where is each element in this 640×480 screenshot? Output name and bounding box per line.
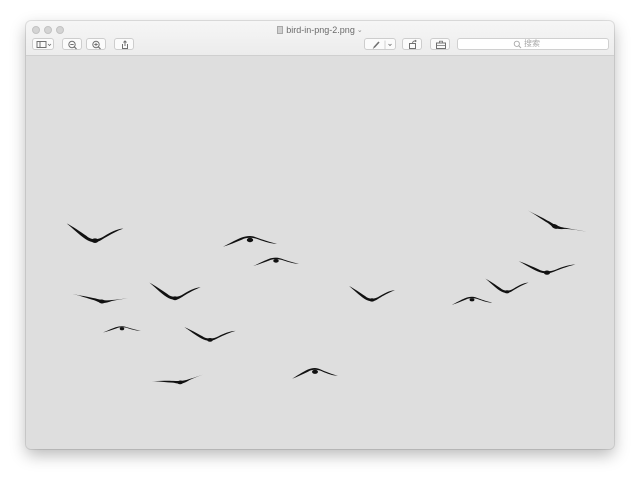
bird (451, 296, 493, 305)
search-icon (513, 40, 522, 49)
sidebar-icon (36, 41, 52, 48)
rotate-icon (409, 39, 417, 49)
toolbox-icon (436, 40, 446, 49)
bird (66, 223, 124, 243)
zoom-in-icon (92, 40, 101, 50)
window-title: bird-in-png-2.png (286, 25, 355, 35)
preview-window: bird-in-png-2.png ⌄ 搜索 (26, 21, 614, 449)
rotate-button[interactable] (402, 38, 422, 50)
pen-icon (372, 40, 392, 49)
share-button[interactable] (114, 38, 134, 50)
search-field[interactable]: 搜索 (457, 38, 609, 50)
bird (292, 368, 338, 379)
sidebar-toggle-button[interactable] (32, 38, 54, 50)
share-icon (122, 40, 128, 49)
bird (71, 291, 133, 307)
bird (103, 326, 141, 333)
bird (149, 282, 201, 301)
search-placeholder: 搜索 (524, 39, 540, 48)
bird (485, 278, 529, 294)
bird (525, 208, 587, 240)
title-bar: bird-in-png-2.png ⌄ 搜索 (26, 21, 614, 56)
bird (349, 285, 395, 302)
bird (151, 373, 209, 387)
image-canvas[interactable] (26, 56, 614, 449)
markup-button[interactable] (364, 38, 396, 50)
document-icon (277, 26, 284, 34)
zoom-out-icon (68, 40, 77, 50)
bird (223, 236, 277, 247)
window-title-area[interactable]: bird-in-png-2.png ⌄ (26, 24, 614, 37)
chevron-down-icon: ⌄ (356, 27, 363, 34)
bird (253, 257, 299, 267)
birds-image (66, 208, 587, 387)
bird (184, 327, 236, 342)
zoom-out-button[interactable] (62, 38, 82, 50)
zoom-in-button[interactable] (86, 38, 106, 50)
toolbox-button[interactable] (430, 38, 450, 50)
bird (518, 261, 576, 275)
